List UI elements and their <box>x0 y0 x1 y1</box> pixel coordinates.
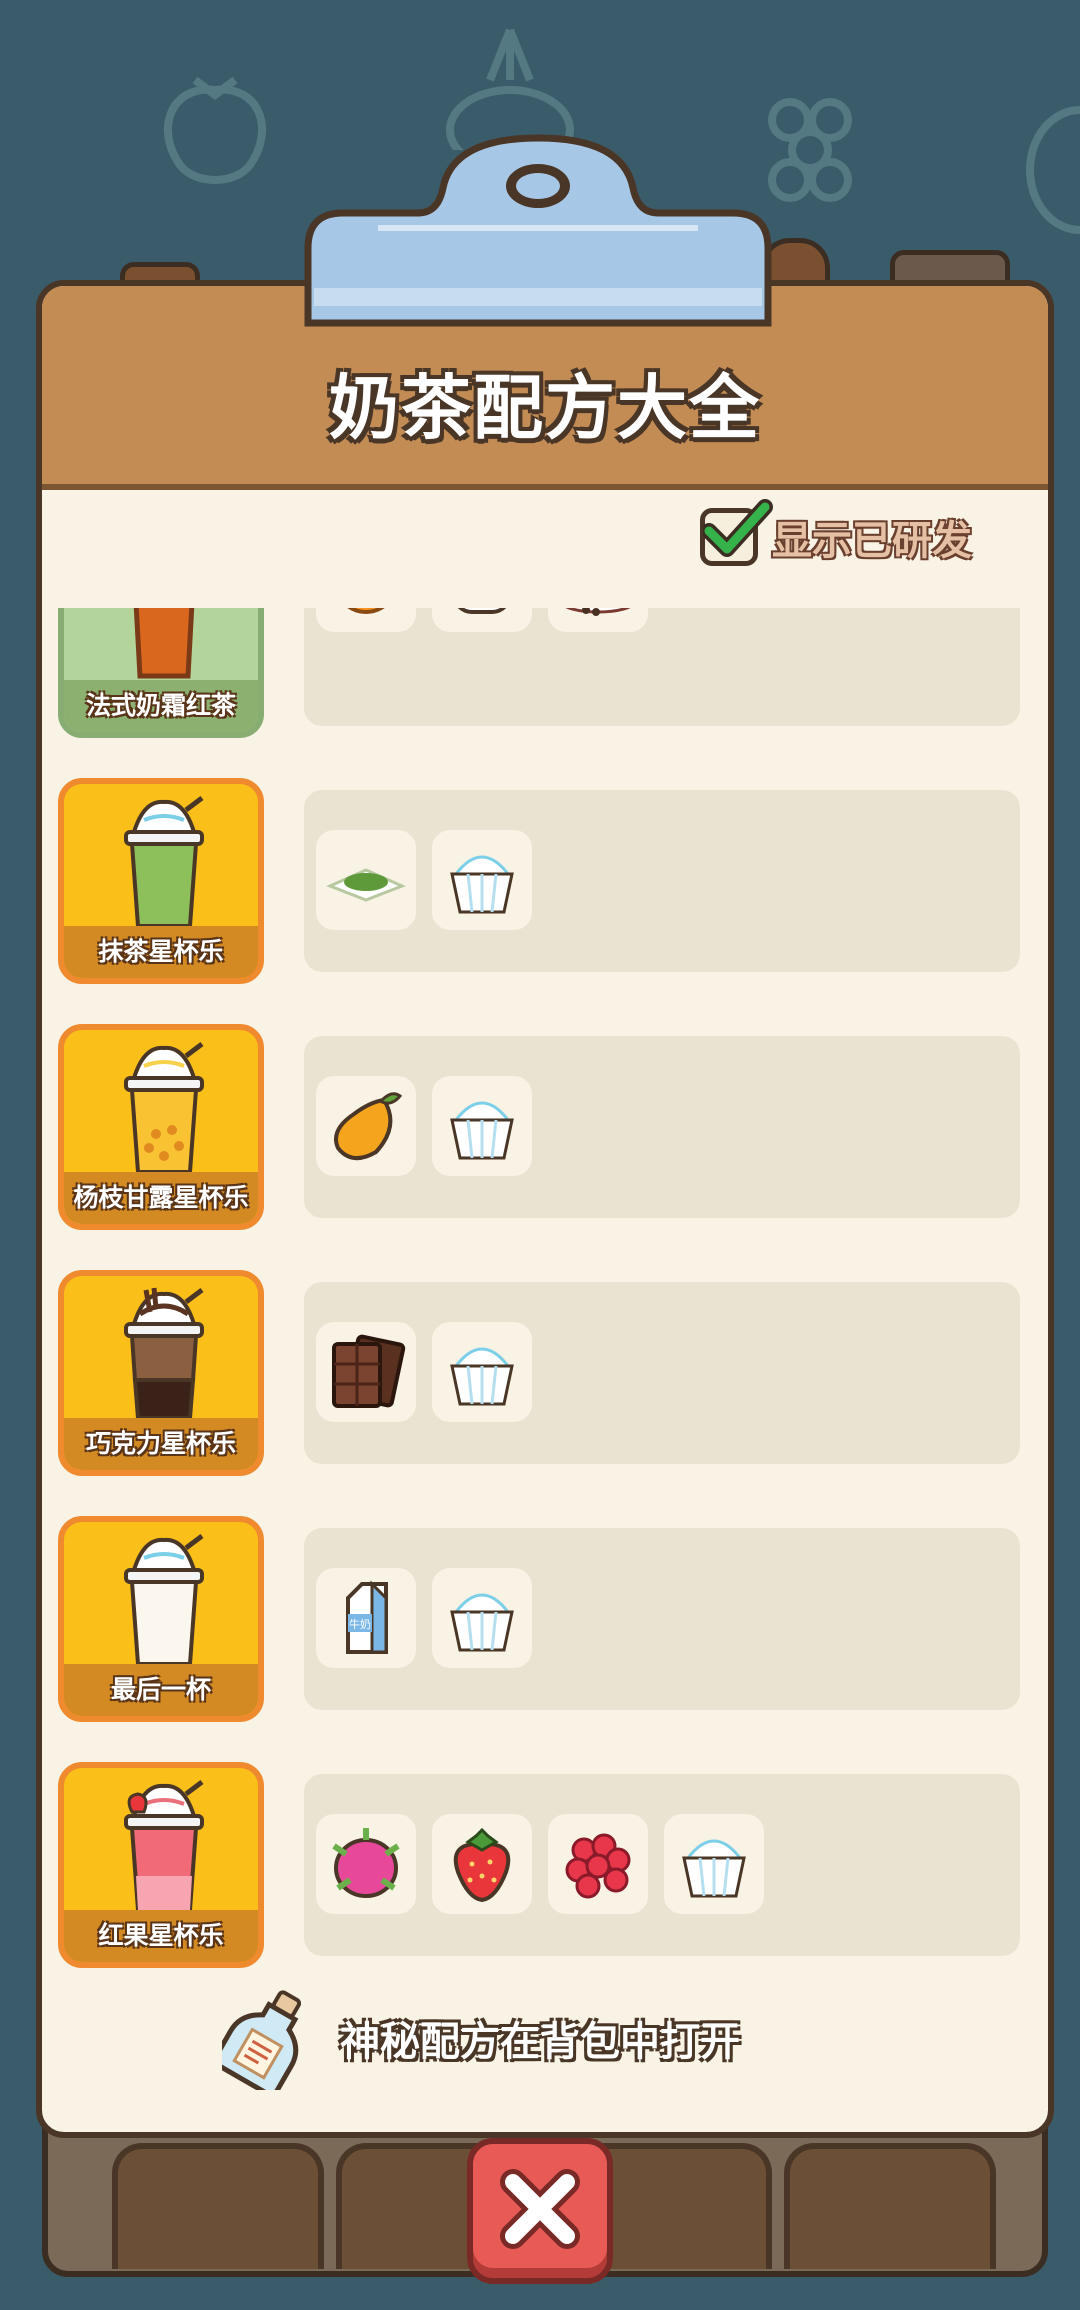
milk-jar-icon <box>457 608 507 614</box>
clipboard-clip-icon <box>304 134 772 327</box>
mystery-recipe-text: 神秘配方在背包中打开 <box>340 2019 740 2065</box>
drink-name: 最后一杯 <box>64 1664 258 1716</box>
chocolate-frappe-cup-icon <box>124 1287 204 1420</box>
recipe-list[interactable]: 法式奶霜红茶 抹茶星杯乐 杨枝甘露星杯乐 巧克力星杯乐 最后一杯 牛奶 红果星杯… <box>36 608 1042 1978</box>
milk-carton-label: 牛奶 <box>349 1617 371 1631</box>
drink-card[interactable]: 法式奶霜红茶 <box>58 608 264 738</box>
ingredient-slot <box>432 1568 532 1668</box>
ingredient-slot <box>432 608 532 632</box>
ingredient-slot <box>316 1814 416 1914</box>
ingredient-panel: 牛奶 <box>304 1528 1020 1710</box>
drink-name: 抹茶星杯乐 <box>64 926 258 978</box>
berry-frappe-cup-icon <box>124 1780 204 1912</box>
recipe-row[interactable]: 巧克力星杯乐 <box>36 1270 1042 1490</box>
show-researched-label: 显示已研发 <box>772 517 972 564</box>
ingredient-slot <box>316 1322 416 1422</box>
ingredient-slot <box>548 608 648 632</box>
recipe-row[interactable]: 最后一杯 牛奶 <box>36 1516 1042 1736</box>
orange-icon <box>347 608 385 614</box>
drink-card[interactable]: 最后一杯 <box>58 1516 264 1722</box>
close-button[interactable] <box>467 2138 613 2284</box>
ingredient-slot: 牛奶 <box>316 1568 416 1668</box>
ingredient-slot <box>316 830 416 930</box>
ingredient-slot <box>432 1322 532 1422</box>
page-title: 奶茶配方大全 <box>329 367 761 449</box>
ingredient-slot <box>316 1076 416 1176</box>
checkmark-icon <box>703 499 773 557</box>
drink-card[interactable]: 巧克力星杯乐 <box>58 1270 264 1476</box>
red-tea-cup-icon <box>133 608 195 679</box>
mango-frappe-cup-icon <box>124 1042 204 1174</box>
drink-name: 杨枝甘露星杯乐 <box>64 1172 258 1224</box>
black-tea-cup-icon <box>565 608 631 616</box>
ingredient-panel <box>304 1774 1020 1956</box>
recipe-row[interactable]: 杨枝甘露星杯乐 <box>36 1024 1042 1244</box>
ingredient-panel <box>304 1282 1020 1464</box>
strawberry-icon <box>453 1827 511 1903</box>
drink-name: 巧克力星杯乐 <box>64 1418 258 1470</box>
drink-card[interactable]: 红果星杯乐 <box>58 1762 264 1968</box>
recipe-row[interactable]: 红果星杯乐 <box>36 1762 1042 1978</box>
chocolate-bar-icon <box>332 1334 406 1408</box>
dragon-fruit-icon <box>332 1828 400 1898</box>
drink-name: 红果星杯乐 <box>64 1910 258 1962</box>
ingredient-panel <box>304 790 1020 972</box>
matcha-powder-icon <box>326 868 406 902</box>
milk-carton-icon: 牛奶 <box>346 1580 388 1654</box>
ingredient-panel <box>304 1036 1020 1218</box>
mango-icon <box>334 1092 403 1160</box>
ice-cream-icon <box>450 1101 514 1160</box>
tray-slot-4 <box>784 2143 996 2269</box>
background-lemon-icon <box>1026 106 1080 234</box>
recipe-row[interactable]: 法式奶霜红茶 <box>36 608 1042 752</box>
drink-name: 法式奶霜红茶 <box>64 680 258 732</box>
ingredient-slot <box>664 1814 764 1914</box>
tray-slot-1 <box>112 2143 324 2269</box>
ingredient-slot <box>548 1814 648 1914</box>
milk-frappe-cup-icon <box>124 1534 204 1666</box>
ice-cream-icon <box>450 1593 514 1652</box>
drink-card[interactable]: 杨枝甘露星杯乐 <box>58 1024 264 1230</box>
matcha-frappe-cup-icon <box>124 796 204 928</box>
mystery-recipe-note: 神秘配方在背包中打开 <box>222 1983 740 2093</box>
raspberry-icon <box>565 1833 631 1899</box>
message-bottle-icon <box>222 1990 302 2090</box>
ingredient-slot <box>316 608 416 632</box>
ingredient-panel <box>304 608 1020 726</box>
drink-card[interactable]: 抹茶星杯乐 <box>58 778 264 984</box>
ice-cream-icon <box>450 1347 514 1406</box>
ingredient-slot <box>432 1814 532 1914</box>
ice-cream-icon <box>682 1839 746 1898</box>
recipe-row[interactable]: 抹茶星杯乐 <box>36 778 1042 998</box>
ingredient-slot <box>432 830 532 930</box>
show-researched-checkbox[interactable] <box>700 499 773 566</box>
close-icon <box>500 2169 580 2249</box>
ice-cream-icon <box>450 855 514 914</box>
ingredient-slot <box>432 1076 532 1176</box>
show-researched-toggle[interactable]: 显示已研发 <box>700 499 972 569</box>
background-strawberry-icon <box>163 76 267 184</box>
